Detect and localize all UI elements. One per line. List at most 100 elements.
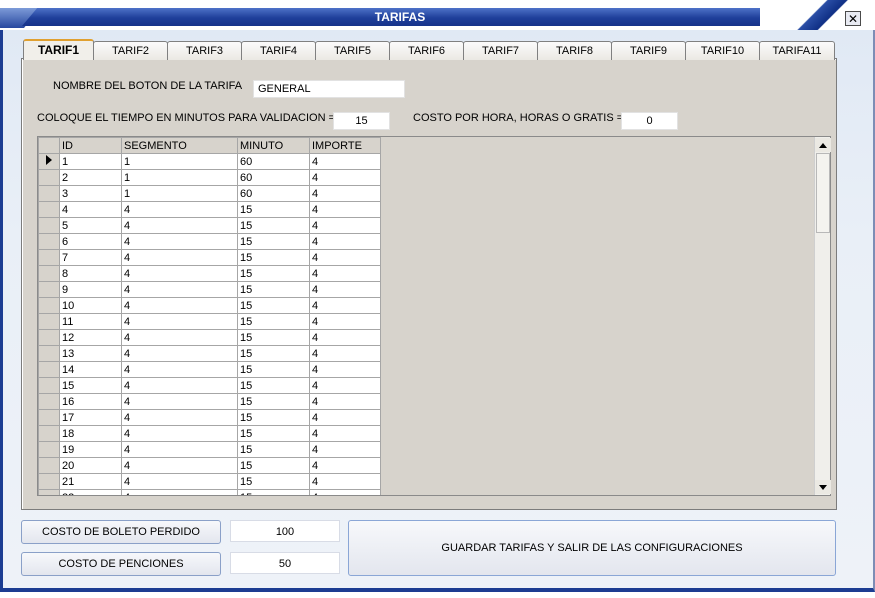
row-selector[interactable] — [38, 441, 60, 458]
column-header-minuto[interactable]: MINUTO — [237, 137, 310, 154]
cell-importe[interactable]: 4 — [309, 153, 381, 170]
cell-id[interactable]: 5 — [59, 217, 122, 234]
cell-importe[interactable]: 4 — [309, 185, 381, 202]
tab-tarif9[interactable]: TARIF9 — [611, 41, 686, 60]
cell-minuto[interactable]: 60 — [237, 169, 310, 186]
cell-segmento[interactable]: 4 — [121, 217, 238, 234]
table-row[interactable]: 18 4 15 4 — [38, 425, 381, 442]
cell-minuto[interactable]: 15 — [237, 393, 310, 410]
table-row[interactable]: 12 4 15 4 — [38, 329, 381, 346]
cell-segmento[interactable]: 4 — [121, 489, 238, 495]
cell-minuto[interactable]: 15 — [237, 457, 310, 474]
tab-tarif6[interactable]: TARIF6 — [389, 41, 464, 60]
close-button[interactable]: ✕ — [845, 11, 861, 26]
save-and-exit-button[interactable]: GUARDAR TARIFAS Y SALIR DE LAS CONFIGURA… — [348, 520, 836, 576]
row-selector[interactable] — [38, 201, 60, 218]
row-selector[interactable] — [38, 361, 60, 378]
cell-minuto[interactable]: 15 — [237, 377, 310, 394]
row-selector[interactable] — [38, 297, 60, 314]
row-selector[interactable] — [38, 185, 60, 202]
lost-ticket-cost-value[interactable]: 100 — [230, 520, 340, 542]
cell-segmento[interactable]: 4 — [121, 233, 238, 250]
table-row[interactable]: 7 4 15 4 — [38, 249, 381, 266]
cell-importe[interactable]: 4 — [309, 361, 381, 378]
table-row[interactable]: 17 4 15 4 — [38, 409, 381, 426]
cell-minuto[interactable]: 15 — [237, 233, 310, 250]
row-selector[interactable] — [38, 345, 60, 362]
tariff-grid[interactable]: ID SEGMENTO MINUTO IMPORTE 1 1 60 4 2 1 60 4 3 1 6… — [37, 136, 831, 496]
cell-id[interactable]: 1 — [59, 153, 122, 170]
table-row[interactable]: 9 4 15 4 — [38, 281, 381, 298]
row-selector[interactable] — [38, 377, 60, 394]
cell-importe[interactable]: 4 — [309, 393, 381, 410]
row-selector[interactable] — [38, 153, 60, 170]
tab-tarif10[interactable]: TARIF10 — [685, 41, 760, 60]
tab-tarif8[interactable]: TARIF8 — [537, 41, 612, 60]
cell-importe[interactable]: 4 — [309, 489, 381, 495]
cell-id[interactable]: 19 — [59, 441, 122, 458]
cell-segmento[interactable]: 4 — [121, 473, 238, 490]
cell-id[interactable]: 14 — [59, 361, 122, 378]
cell-importe[interactable]: 4 — [309, 377, 381, 394]
cell-importe[interactable]: 4 — [309, 441, 381, 458]
cell-id[interactable]: 9 — [59, 281, 122, 298]
row-selector[interactable] — [38, 393, 60, 410]
cell-importe[interactable]: 4 — [309, 313, 381, 330]
cell-id[interactable]: 8 — [59, 265, 122, 282]
cell-segmento[interactable]: 4 — [121, 361, 238, 378]
cell-importe[interactable]: 4 — [309, 217, 381, 234]
table-row[interactable]: 1 1 60 4 — [38, 153, 381, 170]
row-selector[interactable] — [38, 169, 60, 186]
cell-segmento[interactable]: 4 — [121, 441, 238, 458]
cell-segmento[interactable]: 4 — [121, 281, 238, 298]
table-row[interactable]: 14 4 15 4 — [38, 361, 381, 378]
table-row[interactable]: 19 4 15 4 — [38, 441, 381, 458]
cell-minuto[interactable]: 15 — [237, 217, 310, 234]
cell-importe[interactable]: 4 — [309, 233, 381, 250]
cell-id[interactable]: 18 — [59, 425, 122, 442]
lost-ticket-cost-button[interactable]: COSTO DE BOLETO PERDIDO — [21, 520, 221, 544]
cell-minuto[interactable]: 60 — [237, 185, 310, 202]
cell-minuto[interactable]: 15 — [237, 473, 310, 490]
row-selector[interactable] — [38, 265, 60, 282]
cell-id[interactable]: 12 — [59, 329, 122, 346]
cell-id[interactable]: 13 — [59, 345, 122, 362]
cell-importe[interactable]: 4 — [309, 201, 381, 218]
table-row[interactable]: 2 1 60 4 — [38, 169, 381, 186]
cell-importe[interactable]: 4 — [309, 409, 381, 426]
cell-id[interactable]: 15 — [59, 377, 122, 394]
grid-vertical-scrollbar[interactable] — [814, 137, 831, 495]
tab-tarif7[interactable]: TARIF7 — [463, 41, 538, 60]
tab-tarifa11[interactable]: TARIFA11 — [759, 41, 835, 60]
cell-segmento[interactable]: 4 — [121, 249, 238, 266]
cell-importe[interactable]: 4 — [309, 345, 381, 362]
row-selector[interactable] — [38, 473, 60, 490]
cell-importe[interactable]: 4 — [309, 457, 381, 474]
table-row[interactable]: 10 4 15 4 — [38, 297, 381, 314]
table-row[interactable]: 16 4 15 4 — [38, 393, 381, 410]
tab-tarif5[interactable]: TARIF5 — [315, 41, 390, 60]
cell-segmento[interactable]: 1 — [121, 169, 238, 186]
cell-id[interactable]: 10 — [59, 297, 122, 314]
row-selector[interactable] — [38, 329, 60, 346]
table-row[interactable]: 11 4 15 4 — [38, 313, 381, 330]
column-header-id[interactable]: ID — [59, 137, 122, 154]
cell-segmento[interactable]: 4 — [121, 425, 238, 442]
cell-minuto[interactable]: 15 — [237, 425, 310, 442]
table-row[interactable]: 224154 — [38, 489, 381, 495]
cell-id[interactable]: 3 — [59, 185, 122, 202]
scroll-thumb[interactable] — [816, 153, 830, 233]
cell-minuto[interactable]: 15 — [237, 313, 310, 330]
row-selector[interactable] — [38, 233, 60, 250]
cell-minuto[interactable]: 15 — [237, 441, 310, 458]
cell-segmento[interactable]: 4 — [121, 345, 238, 362]
cell-minuto[interactable]: 15 — [237, 297, 310, 314]
cell-segmento[interactable]: 4 — [121, 201, 238, 218]
cell-minuto[interactable]: 15 — [237, 265, 310, 282]
column-header-importe[interactable]: IMPORTE — [309, 137, 381, 154]
button-name-input[interactable]: GENERAL — [253, 80, 405, 98]
cell-id[interactable]: 17 — [59, 409, 122, 426]
table-row[interactable]: 6 4 15 4 — [38, 233, 381, 250]
cell-segmento[interactable]: 4 — [121, 265, 238, 282]
table-row[interactable]: 4 4 15 4 — [38, 201, 381, 218]
